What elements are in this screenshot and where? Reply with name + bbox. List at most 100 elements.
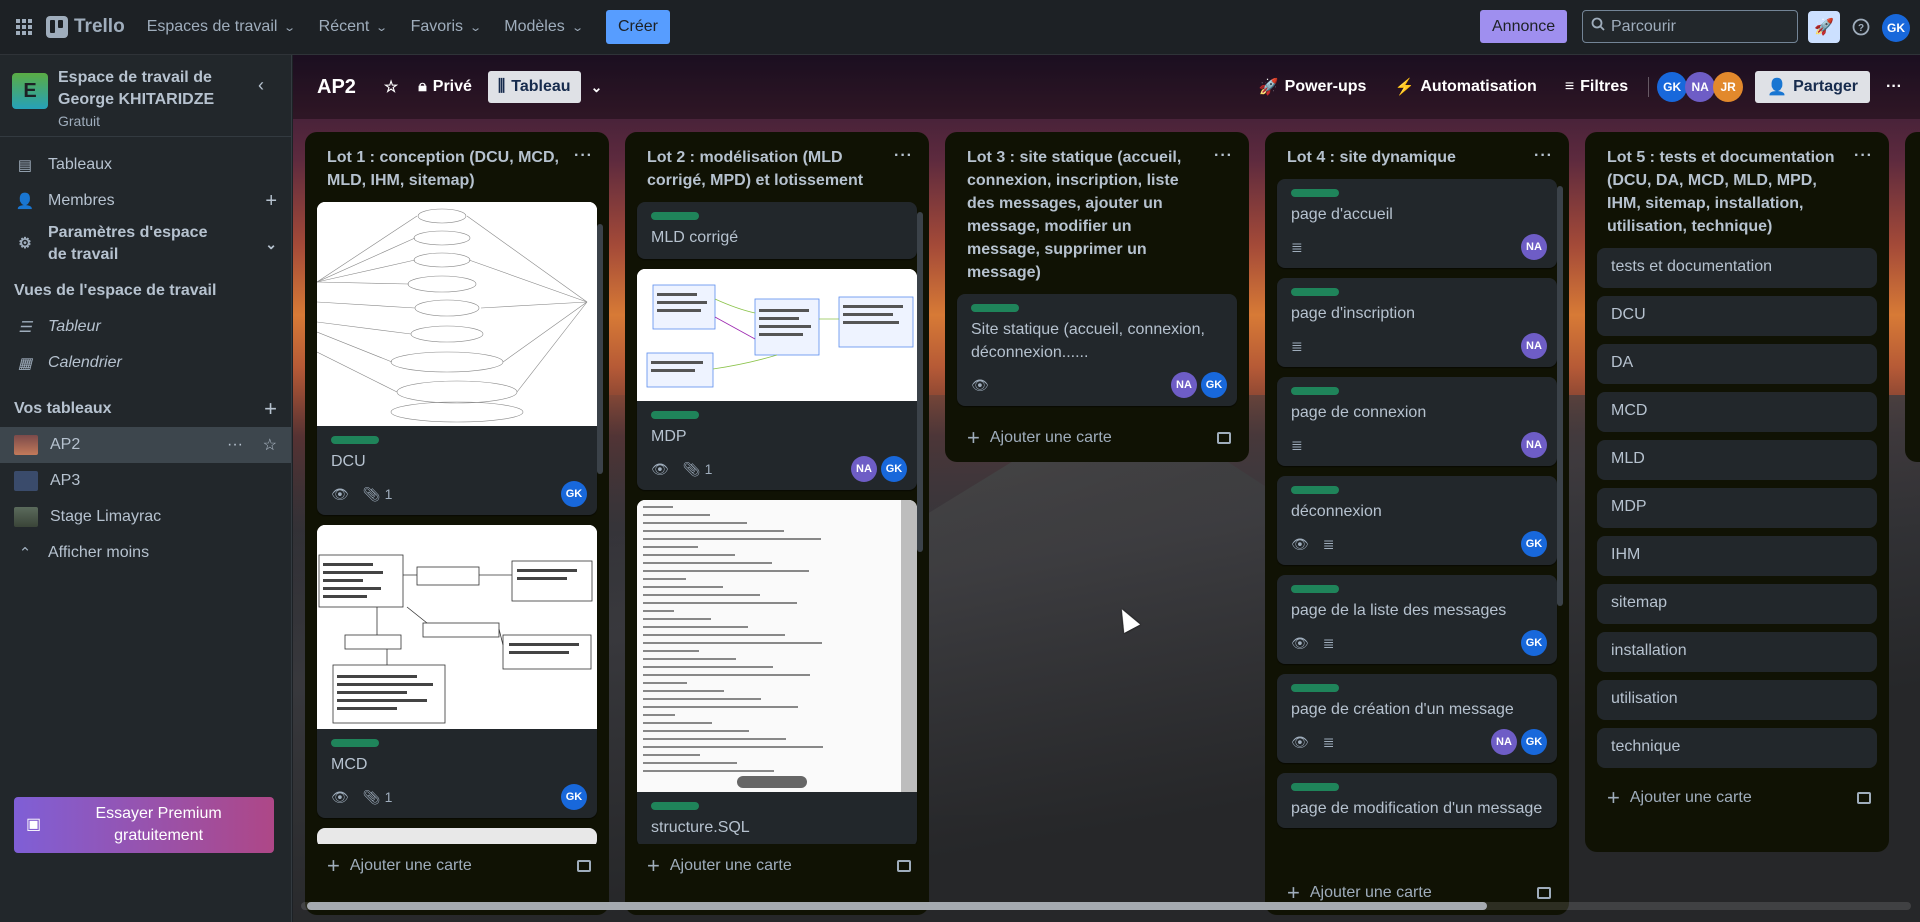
member-avatar[interactable]: GK (1521, 729, 1547, 755)
member-avatar[interactable]: GK (1657, 72, 1688, 102)
visibility-button[interactable]: 🔒︎ Privé (408, 71, 482, 103)
chevron-down-icon[interactable]: ⌄ (581, 71, 613, 103)
card[interactable]: MLD corrigé (637, 202, 917, 259)
trello-logo[interactable]: Trello (46, 16, 125, 38)
card[interactable]: IHM (1597, 536, 1877, 576)
sidebar-board-stage[interactable]: Stage Limayrac (0, 499, 291, 535)
collapse-sidebar-icon[interactable]: ‹ (245, 69, 277, 101)
create-button[interactable]: Créer (605, 10, 670, 44)
green-label[interactable] (1291, 486, 1339, 494)
board-menu-icon[interactable]: ··· (1876, 71, 1912, 103)
green-label[interactable] (1291, 783, 1339, 791)
card[interactable]: MLD (1597, 440, 1877, 480)
card[interactable]: DCU (1597, 296, 1877, 336)
member-avatar[interactable]: GK (1201, 372, 1227, 398)
green-label[interactable] (331, 436, 379, 444)
member-avatar[interactable]: GK (1521, 531, 1547, 557)
sidebar-board-ap3[interactable]: AP3 (0, 463, 291, 499)
star-board-icon[interactable]: ☆ (374, 71, 408, 103)
member-avatar[interactable]: NA (1491, 729, 1517, 755)
nav-workspaces[interactable]: Espaces de travail ⌄ (135, 11, 307, 43)
add-card-button[interactable]: + Ajouter une carte (1585, 776, 1889, 820)
list-menu-icon[interactable]: ··· (894, 144, 913, 167)
member-avatar[interactable]: NA (851, 456, 877, 482)
card[interactable]: MDP 👁︎ 📎︎ 1 NA GK (637, 269, 917, 490)
member-avatar[interactable]: GK (1521, 630, 1547, 656)
card[interactable]: page de connexion ≣ NA (1277, 377, 1557, 466)
card[interactable]: DA (1597, 344, 1877, 384)
template-icon[interactable] (1217, 432, 1231, 444)
card[interactable]: structure.SQL (637, 500, 917, 844)
card[interactable]: utilisation (1597, 680, 1877, 720)
add-card-button[interactable]: + Ajouter une carte (945, 416, 1249, 460)
sidebar-item-boards[interactable]: ▤ Tableaux (0, 147, 291, 183)
list-title[interactable]: Lot 3 : site statique (accueil, connexio… (945, 132, 1249, 294)
board-title[interactable]: AP2 (317, 76, 356, 99)
list-scrollbar[interactable] (1557, 186, 1563, 606)
card[interactable]: MDP (1597, 488, 1877, 528)
member-avatar[interactable]: NA (1171, 372, 1197, 398)
card[interactable]: MCD 👁︎ 📎︎ 1 GK (317, 525, 597, 818)
card[interactable]: déconnexion 👁︎ ≣ GK (1277, 476, 1557, 565)
try-premium-button[interactable]: ▣ Essayer Premium gratuitement (14, 797, 274, 853)
card[interactable] (317, 828, 597, 844)
template-icon[interactable] (1857, 792, 1871, 804)
share-button[interactable]: 👤 Partager (1755, 71, 1871, 103)
filters-button[interactable]: ≡ Filtres (1555, 71, 1638, 103)
board-view-tab[interactable]: ⫼ Tableau (487, 71, 581, 103)
list-title[interactable]: Lot 5 : tests et documentation (DCU, DA,… (1585, 132, 1889, 248)
list-scrollbar[interactable] (917, 212, 923, 552)
search-input[interactable]: Parcourir (1582, 10, 1798, 43)
sidebar-item-members[interactable]: 👤 Membres + (0, 183, 291, 219)
member-avatar[interactable]: JR (1713, 72, 1744, 102)
member-avatar[interactable]: NA (1521, 432, 1547, 458)
powerups-button[interactable]: 🚀 Power-ups (1249, 71, 1377, 103)
add-card-button[interactable]: + Ajouter une carte (625, 844, 929, 888)
member-avatar[interactable]: GK (881, 456, 907, 482)
help-icon[interactable]: ? (1845, 11, 1877, 43)
card[interactable]: Site statique (accueil, connexion, décon… (957, 294, 1237, 406)
green-label[interactable] (1291, 189, 1339, 197)
green-label[interactable] (1291, 684, 1339, 692)
nav-starred[interactable]: Favoris ⌄ (399, 11, 493, 43)
member-avatar[interactable]: NA (1521, 333, 1547, 359)
template-icon[interactable] (1537, 887, 1551, 899)
card[interactable]: installation (1597, 632, 1877, 672)
nav-templates[interactable]: Modèles ⌄ (492, 11, 594, 43)
nav-recent[interactable]: Récent ⌄ (307, 11, 399, 43)
board-scrollbar[interactable] (307, 902, 1487, 910)
card[interactable]: page d'inscription ≣ NA (1277, 278, 1557, 367)
list-title[interactable]: Lot 2 : modélisation (MLD corrigé, MPD) … (625, 132, 929, 202)
template-icon[interactable] (897, 860, 911, 872)
green-label[interactable] (1291, 387, 1339, 395)
green-label[interactable] (971, 304, 1019, 312)
sidebar-item-settings[interactable]: ⚙ Paramètres d'espace de travail ⌄ (0, 219, 291, 269)
list-scrollbar[interactable] (597, 224, 603, 474)
list-menu-icon[interactable]: ··· (1534, 144, 1553, 167)
add-card-button[interactable]: + Ajouter une carte (305, 844, 609, 888)
template-icon[interactable] (577, 860, 591, 872)
member-avatar[interactable]: NA (1685, 72, 1716, 102)
add-member-icon[interactable]: + (265, 190, 277, 213)
card[interactable]: page de modification d'un message (1277, 773, 1557, 828)
rocket-icon[interactable]: 🚀 (1808, 11, 1840, 43)
card[interactable]: page d'accueil ≣ NA (1277, 179, 1557, 268)
green-label[interactable] (331, 739, 379, 747)
star-icon[interactable]: ☆ (263, 435, 277, 455)
list-title[interactable]: Lot 1 : conception (DCU, MCD, MLD, IHM, … (305, 132, 609, 202)
member-avatar[interactable]: GK (561, 481, 587, 507)
account-avatar[interactable]: GK (1882, 14, 1910, 42)
list-menu-icon[interactable]: ··· (1214, 144, 1233, 167)
card[interactable]: tests et documentation (1597, 248, 1877, 288)
sidebar-board-ap2[interactable]: AP2 ··· ☆ (0, 427, 291, 463)
member-avatar[interactable]: GK (561, 784, 587, 810)
green-label[interactable] (1291, 585, 1339, 593)
green-label[interactable] (651, 802, 699, 810)
app-switcher-icon[interactable] (8, 11, 40, 43)
chevron-down-icon[interactable]: ⌄ (265, 233, 277, 255)
list-menu-icon[interactable]: ··· (574, 144, 593, 167)
sidebar-view-table[interactable]: ☰ Tableur (0, 309, 291, 345)
show-less-button[interactable]: ⌃ Afficher moins (0, 535, 291, 571)
card[interactable]: DCU 👁︎ 📎︎ 1 GK (317, 202, 597, 515)
green-label[interactable] (1291, 288, 1339, 296)
